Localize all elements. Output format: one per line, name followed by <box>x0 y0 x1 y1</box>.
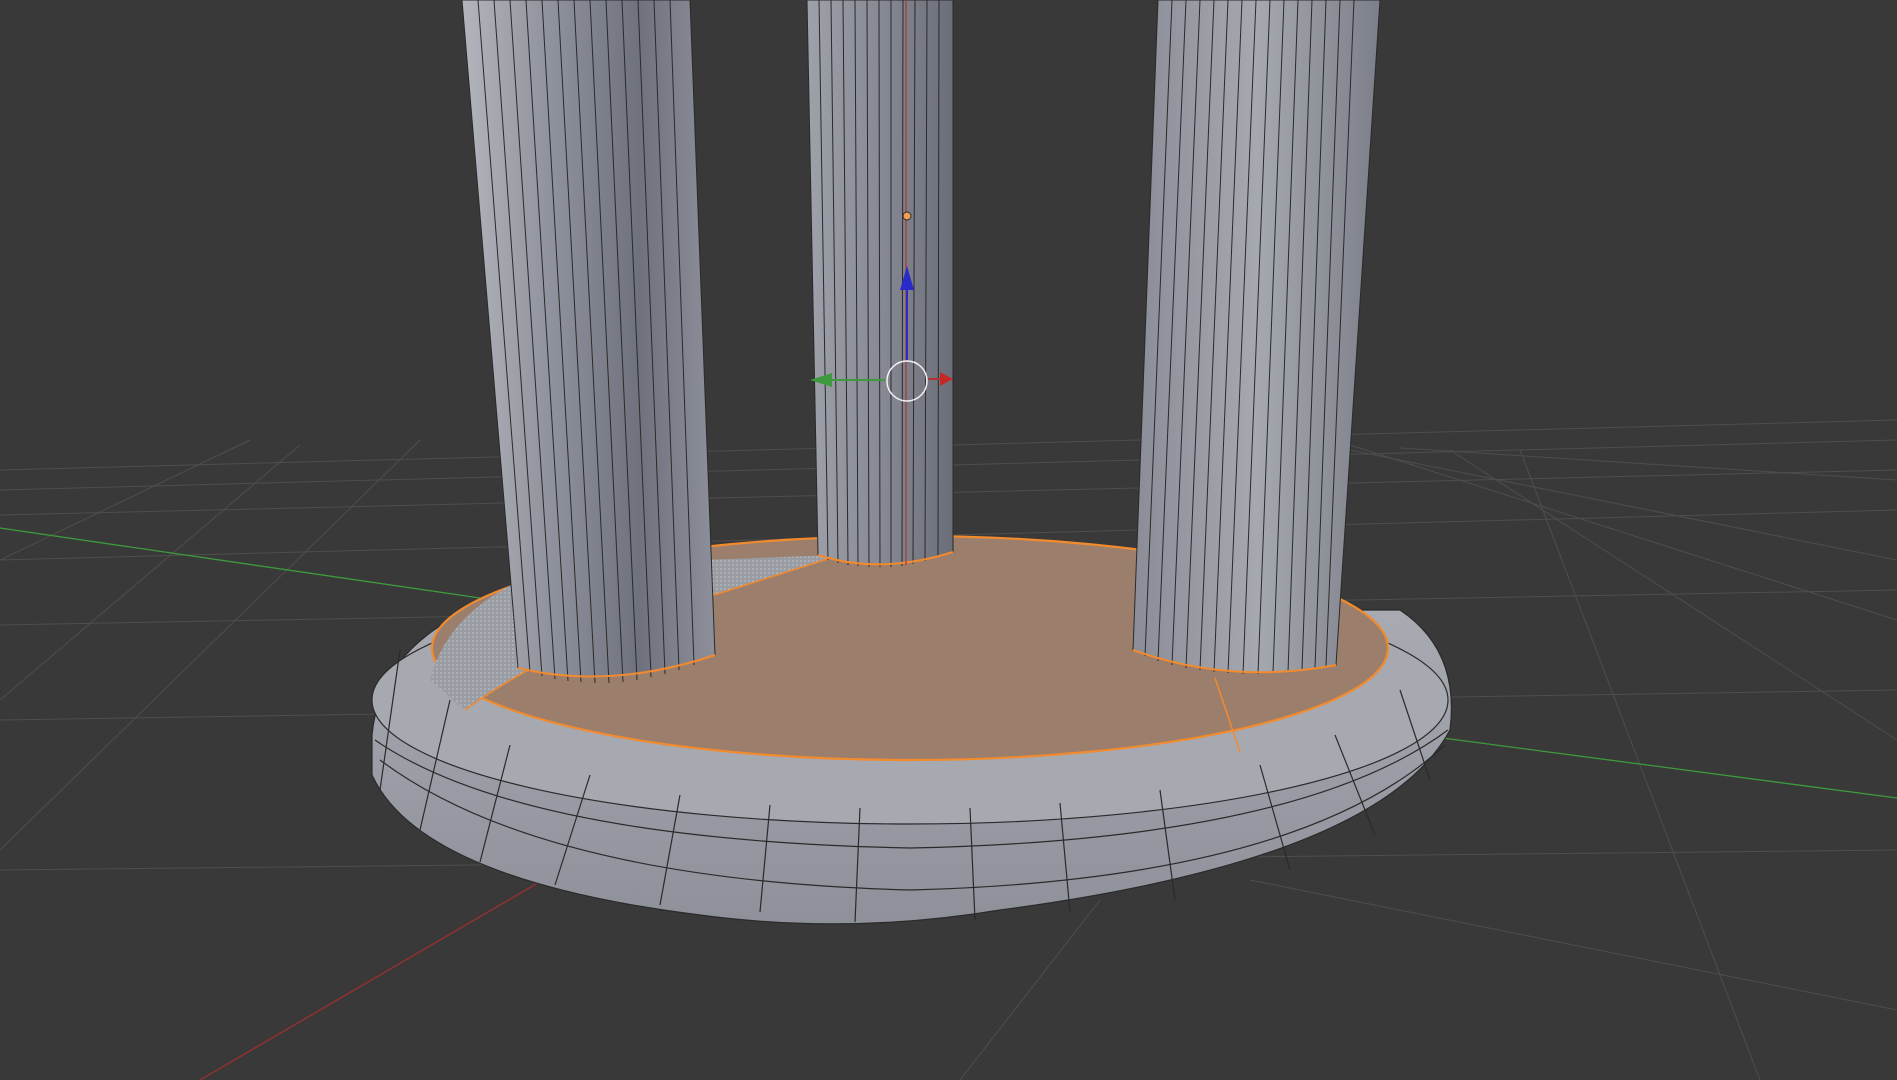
y-axis-line-right <box>1419 734 1897 799</box>
y-axis-line <box>0 527 481 599</box>
column-center[interactable] <box>806 0 954 568</box>
x-axis-line <box>199 869 561 1080</box>
object-origin-dot <box>902 211 912 221</box>
3d-viewport[interactable] <box>0 0 1897 1080</box>
column-right[interactable] <box>1132 0 1381 675</box>
column-left[interactable] <box>461 0 716 684</box>
